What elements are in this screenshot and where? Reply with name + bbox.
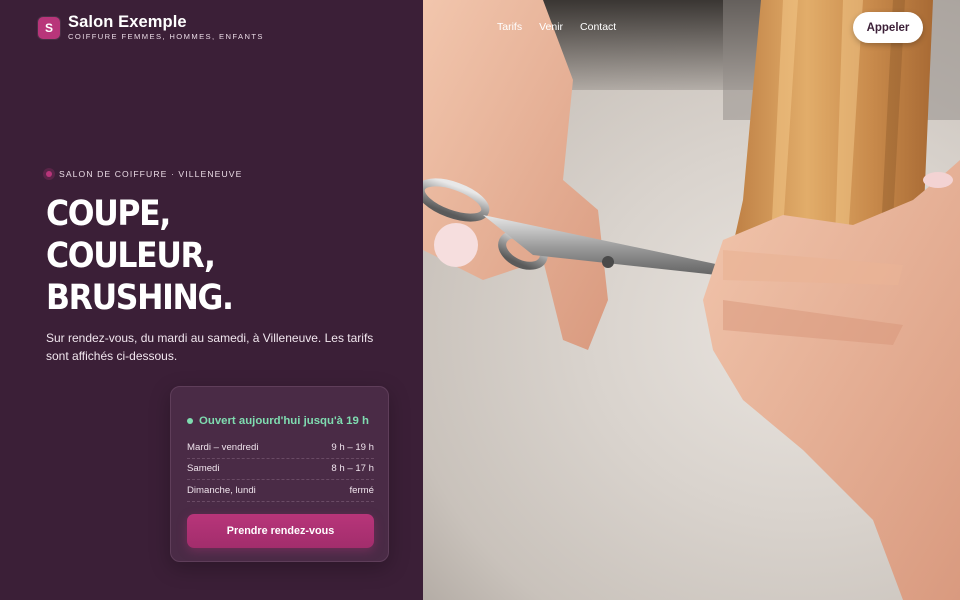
hours-row: Samedi 8 h – 17 h	[187, 459, 374, 480]
hours-time: 9 h – 19 h	[331, 441, 374, 453]
hours-time: fermé	[349, 484, 374, 496]
opening-hours-card: Ouvert aujourd'hui jusqu'à 19 h Mardi – …	[170, 386, 389, 562]
call-button[interactable]: Appeler	[853, 12, 923, 43]
hero-title-line: COULEUR,	[46, 236, 216, 276]
open-status-text: Ouvert aujourd'hui jusqu'à 19 h	[199, 415, 369, 427]
hero-title-line: BRUSHING.	[46, 278, 234, 318]
nav-link-venir[interactable]: Venir	[539, 21, 563, 33]
hero-photo	[423, 0, 960, 600]
eyebrow-dot-icon	[46, 171, 52, 177]
nav-link-tarifs[interactable]: Tarifs	[497, 21, 522, 33]
brand-tagline: COIFFURE FEMMES, HOMMES, ENFANTS	[68, 32, 264, 41]
haircut-illustration	[423, 0, 960, 600]
hours-time: 8 h – 17 h	[331, 463, 374, 475]
brand[interactable]: S Salon Exemple COIFFURE FEMMES, HOMMES,…	[38, 14, 264, 42]
hours-list: Mardi – vendredi 9 h – 19 h Samedi 8 h –…	[187, 437, 374, 502]
hero-subtitle: Sur rendez-vous, du mardi au samedi, à V…	[46, 331, 374, 363]
hours-day: Samedi	[187, 463, 220, 475]
main-nav: Tarifs Venir Contact	[497, 21, 616, 33]
hours-day: Dimanche, lundi	[187, 484, 256, 496]
hero-title: COUPE, COULEUR, BRUSHING.	[46, 193, 234, 319]
hero-eyebrow: SALON DE COIFFURE · VILLENEUVE	[46, 169, 242, 179]
brand-logo-icon: S	[38, 17, 60, 39]
nav-link-contact[interactable]: Contact	[580, 21, 616, 33]
eyebrow-text: SALON DE COIFFURE · VILLENEUVE	[59, 169, 243, 179]
book-appointment-button[interactable]: Prendre rendez-vous	[187, 514, 374, 548]
hero-title-line: COUPE,	[46, 194, 171, 234]
brand-name: Salon Exemple	[68, 13, 187, 31]
hours-row: Mardi – vendredi 9 h – 19 h	[187, 437, 374, 459]
status-dot-icon	[187, 418, 193, 424]
open-status: Ouvert aujourd'hui jusqu'à 19 h	[187, 415, 369, 427]
hours-day: Mardi – vendredi	[187, 441, 259, 453]
hours-row: Dimanche, lundi fermé	[187, 480, 374, 502]
